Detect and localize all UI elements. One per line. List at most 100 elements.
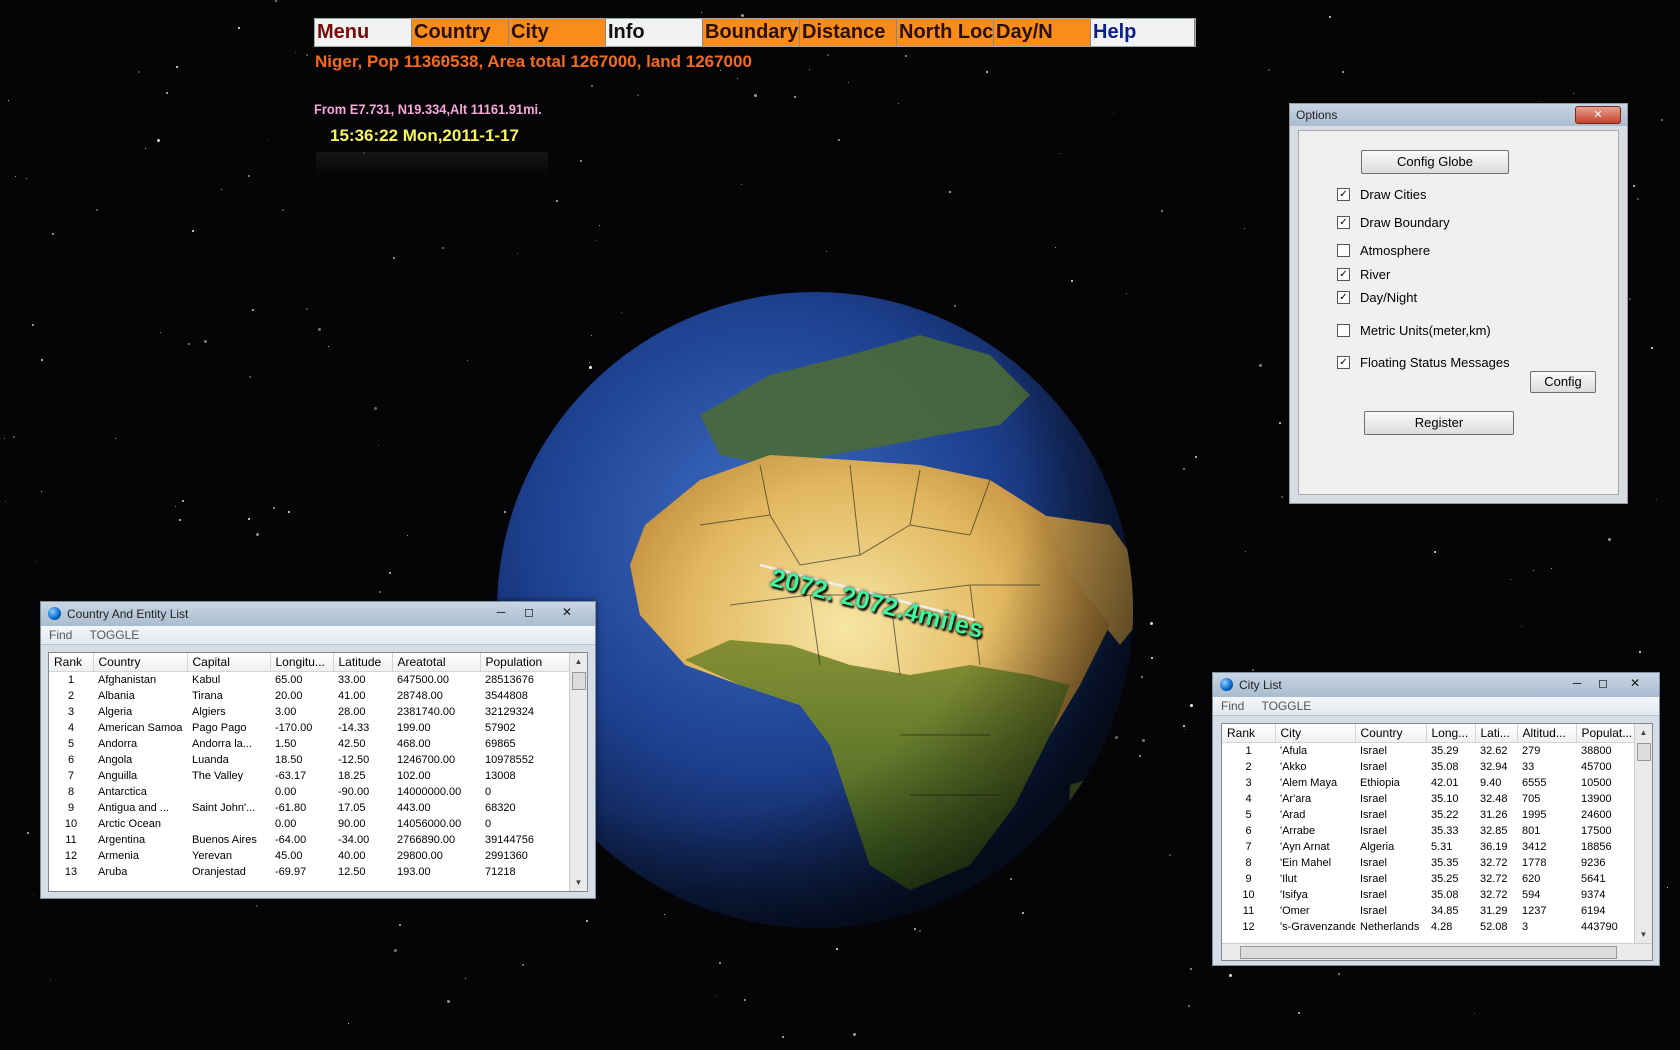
checkbox-box[interactable]: ✓ [1337,188,1350,201]
maximize-icon[interactable]: ◻ [1589,674,1617,692]
table-row[interactable]: 12 Armenia Yerevan 45.00 40.00 29800.00 299136… [49,848,570,864]
table-row[interactable]: 13 Aruba Oranjestad -69.97 12.50 193.00 71218 [49,864,570,880]
checkbox-metric-units-meter-km[interactable]: Metric Units(meter,km) [1337,323,1491,338]
table-cell: Saint John'... [192,802,256,814]
table-row[interactable]: 1 Afghanistan Kabul 65.00 33.00 647500.00 2851… [49,672,570,689]
table-row[interactable]: 5 'Arad Israel 35.22 31.26 1995 24600 [1222,807,1635,823]
table-row[interactable]: 3 Algeria Algiers 3.00 28.00 2381740.00 321293… [49,704,570,720]
star [328,346,329,347]
column-header[interactable]: Lati... [1475,724,1518,743]
horizontal-scroll-thumb[interactable] [1240,946,1617,959]
table-row[interactable]: 6 'Arrabe Israel 35.33 32.85 801 17500 [1222,823,1635,839]
scroll-down-icon[interactable]: ▼ [1635,926,1652,943]
table-row[interactable]: 8 'Ein Mahel Israel 35.35 32.72 1778 9236 [1222,855,1635,871]
table-row[interactable]: 9 'Ilut Israel 35.25 32.72 620 5641 [1222,871,1635,887]
table-row[interactable]: 2 Albania Tirana 20.00 41.00 28748.00 3544808 [49,688,570,704]
column-header[interactable]: Capital [187,653,271,672]
table-row[interactable]: 11 Argentina Buenos Aires -64.00 -34.00 27668… [49,832,570,848]
table-row[interactable]: 5 Andorra Andorra la... 1.50 42.50 468.00 6986… [49,736,570,752]
close-icon[interactable]: ✕ [1621,674,1649,692]
country-list-titlebar[interactable]: Country And Entity List ─ ◻ ✕ [41,602,595,626]
scroll-thumb[interactable] [1637,743,1651,761]
table-row[interactable]: 7 'Ayn Arnat Algeria 5.31 36.19 3412 18856 [1222,839,1635,855]
star [1629,298,1631,300]
scroll-down-icon[interactable]: ▼ [570,874,587,891]
vertical-scrollbar[interactable]: ▲ ▼ [569,653,587,891]
city-list-titlebar[interactable]: City List ─ ◻ ✕ [1213,673,1659,697]
table-cell: 90.00 [338,818,366,830]
star [252,309,254,311]
vertical-scrollbar[interactable]: ▲ ▼ [1634,724,1652,943]
table-cell: -14.33 [338,722,370,734]
register-button[interactable]: Register [1364,411,1514,435]
checkbox-box[interactable] [1337,324,1350,337]
menu-country[interactable]: Country [412,19,509,46]
menu-info[interactable]: Info [606,19,703,46]
scroll-up-icon[interactable]: ▲ [1635,724,1652,741]
checkbox-box[interactable]: ✓ [1337,356,1350,369]
column-header[interactable]: Rank [1222,724,1276,743]
table-row[interactable]: 4 American Samoa Pago Pago -170.00 -14.33 199… [49,720,570,736]
table-cell: 29800.00 [397,850,443,862]
column-header[interactable]: Country [93,653,188,672]
table-row[interactable]: 9 Antigua and ... Saint John'... -61.80 17.0… [49,800,570,816]
column-header[interactable]: Latitude [333,653,393,672]
city-list-title: City List [1239,678,1282,692]
horizontal-scrollbar[interactable] [1222,943,1652,960]
table-row[interactable]: 10 'Isifya Israel 35.08 32.72 594 9374 [1222,887,1635,903]
checkbox-floating-status-messages[interactable]: ✓ Floating Status Messages [1337,355,1510,370]
column-header[interactable]: Longitu... [270,653,334,672]
checkbox-box[interactable] [1337,244,1350,257]
table-row[interactable]: 3 'Alem Maya Ethiopia 42.01 9.40 6555 10500 [1222,775,1635,791]
close-button[interactable]: ✕ [1575,106,1621,124]
options-titlebar[interactable]: Options ✕ [1290,104,1627,126]
column-header[interactable]: Country [1355,724,1427,743]
toggle-menu[interactable]: TOGGLE [89,628,139,642]
column-header[interactable]: Populat... [1576,724,1636,743]
config-globe-button[interactable]: Config Globe [1361,150,1509,174]
close-icon[interactable]: ✕ [553,603,581,621]
column-header[interactable]: City [1275,724,1356,743]
menu-help[interactable]: Help [1091,19,1195,46]
column-header[interactable]: Areatotal [392,653,481,672]
scroll-thumb[interactable] [572,672,586,690]
table-row[interactable]: 1 'Afula Israel 35.29 32.62 279 38800 [1222,743,1635,760]
find-menu[interactable]: Find [49,628,72,642]
menu-distance[interactable]: Distance [800,19,897,46]
minimize-icon[interactable]: ─ [487,603,515,621]
checkbox-box[interactable]: ✓ [1337,291,1350,304]
table-row[interactable]: 10 Arctic Ocean 0.00 90.00 14056000.00 0 [49,816,570,832]
table-cell: 5.31 [1431,841,1453,853]
options-title: Options [1296,108,1338,122]
table-row[interactable]: 8 Antarctica 0.00 -90.00 14000000.00 0 [49,784,570,800]
checkbox-day-night[interactable]: ✓ Day/Night [1337,290,1417,305]
maximize-icon[interactable]: ◻ [515,603,543,621]
checkbox-river[interactable]: ✓ River [1337,267,1390,282]
checkbox-draw-boundary[interactable]: ✓ Draw Boundary [1337,215,1450,230]
star [5,501,6,502]
checkbox-atmosphere[interactable]: Atmosphere [1337,243,1430,258]
checkbox-box[interactable]: ✓ [1337,268,1350,281]
menu-city[interactable]: City [509,19,606,46]
config-button[interactable]: Config [1530,371,1596,393]
menu-north-lock[interactable]: North Lock [897,19,994,46]
column-header[interactable]: Long... [1426,724,1476,743]
menu-day-n[interactable]: Day/N [994,19,1091,46]
table-row[interactable]: 7 Anguilla The Valley -63.17 18.25 102.00 1300… [49,768,570,784]
column-header[interactable]: Population [480,653,571,672]
find-menu[interactable]: Find [1221,699,1244,713]
column-header[interactable]: Rank [49,653,94,672]
minimize-icon[interactable]: ─ [1563,674,1591,692]
table-row[interactable]: 4 'Ar'ara Israel 35.10 32.48 705 13900 [1222,791,1635,807]
table-row[interactable]: 2 'Akko Israel 35.08 32.94 33 45700 [1222,759,1635,775]
table-row[interactable]: 12 's-Gravenzande Netherlands 4.28 52.08 3 443… [1222,919,1635,935]
scroll-up-icon[interactable]: ▲ [570,653,587,670]
menu-boundary[interactable]: Boundary [703,19,800,46]
checkbox-draw-cities[interactable]: ✓ Draw Cities [1337,187,1426,202]
table-row[interactable]: 6 Angola Luanda 18.50 -12.50 1246700.00 109785… [49,752,570,768]
checkbox-box[interactable]: ✓ [1337,216,1350,229]
column-header[interactable]: Altitud... [1517,724,1577,743]
toggle-menu[interactable]: TOGGLE [1261,699,1311,713]
table-row[interactable]: 11 'Omer Israel 34.85 31.29 1237 6194 [1222,903,1635,919]
menu-menu[interactable]: Menu [315,19,412,46]
